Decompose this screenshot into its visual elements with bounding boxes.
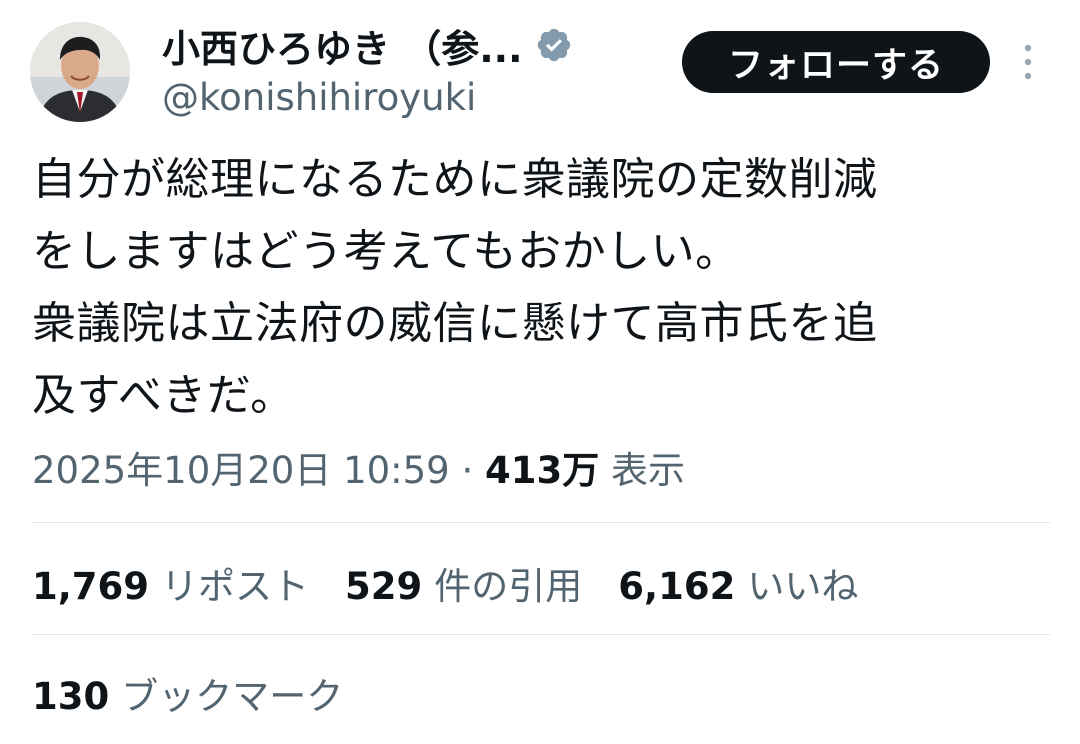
author-name-row[interactable]: 小西ひろゆき （参... bbox=[162, 18, 573, 72]
likes-label: いいね bbox=[747, 565, 859, 608]
reposts-count: 1,769 bbox=[32, 565, 150, 608]
views-label: 表示 bbox=[611, 449, 686, 492]
likes-stat[interactable]: 6,162 いいね bbox=[618, 556, 858, 610]
follow-button[interactable]: フォローする bbox=[682, 31, 990, 93]
bookmarks-label: ブックマーク bbox=[121, 675, 344, 718]
likes-count: 6,162 bbox=[618, 565, 736, 608]
divider bbox=[32, 634, 1050, 635]
tweet-timestamp[interactable]: 2025年10月20日 10:59 bbox=[32, 449, 450, 492]
avatar-photo bbox=[30, 22, 130, 122]
views-count: 413万 bbox=[485, 449, 600, 492]
reposts-label: リポスト bbox=[161, 565, 310, 608]
bookmarks-stat[interactable]: 130 ブックマーク bbox=[32, 666, 343, 720]
author-display-name[interactable]: 小西ひろゆき （参... bbox=[162, 18, 523, 73]
tweet-text-line: をしますはどう考えてもおかしい。 bbox=[32, 226, 740, 277]
author-handle[interactable]: @konishihiroyuki bbox=[162, 76, 476, 119]
more-vertical-icon[interactable] bbox=[1018, 42, 1038, 82]
divider bbox=[32, 522, 1050, 523]
engagement-stats: 1,769 リポスト 529 件の引用 6,162 いいね bbox=[32, 556, 894, 610]
quotes-label: 件の引用 bbox=[434, 565, 583, 608]
tweet-meta: 2025年10月20日 10:59 · 413万 表示 bbox=[32, 440, 685, 494]
meta-separator: · bbox=[461, 449, 474, 492]
tweet-text-line: 自分が総理になるために衆議院の定数削減 bbox=[32, 154, 878, 205]
reposts-stat[interactable]: 1,769 リポスト bbox=[32, 556, 309, 610]
bookmarks-count: 130 bbox=[32, 675, 110, 718]
tweet-text-line: 衆議院は立法府の威信に懸けて高市氏を追 bbox=[32, 298, 878, 349]
tweet-text-line: 及すべきだ。 bbox=[32, 370, 295, 421]
avatar[interactable] bbox=[30, 22, 130, 122]
tweet-text: 自分が総理になるために衆議院の定数削減 をしますはどう考えてもおかしい。 衆議院… bbox=[32, 144, 1042, 432]
verified-badge-icon[interactable] bbox=[535, 26, 573, 64]
quotes-count: 529 bbox=[345, 565, 423, 608]
quotes-stat[interactable]: 529 件の引用 bbox=[345, 556, 582, 610]
